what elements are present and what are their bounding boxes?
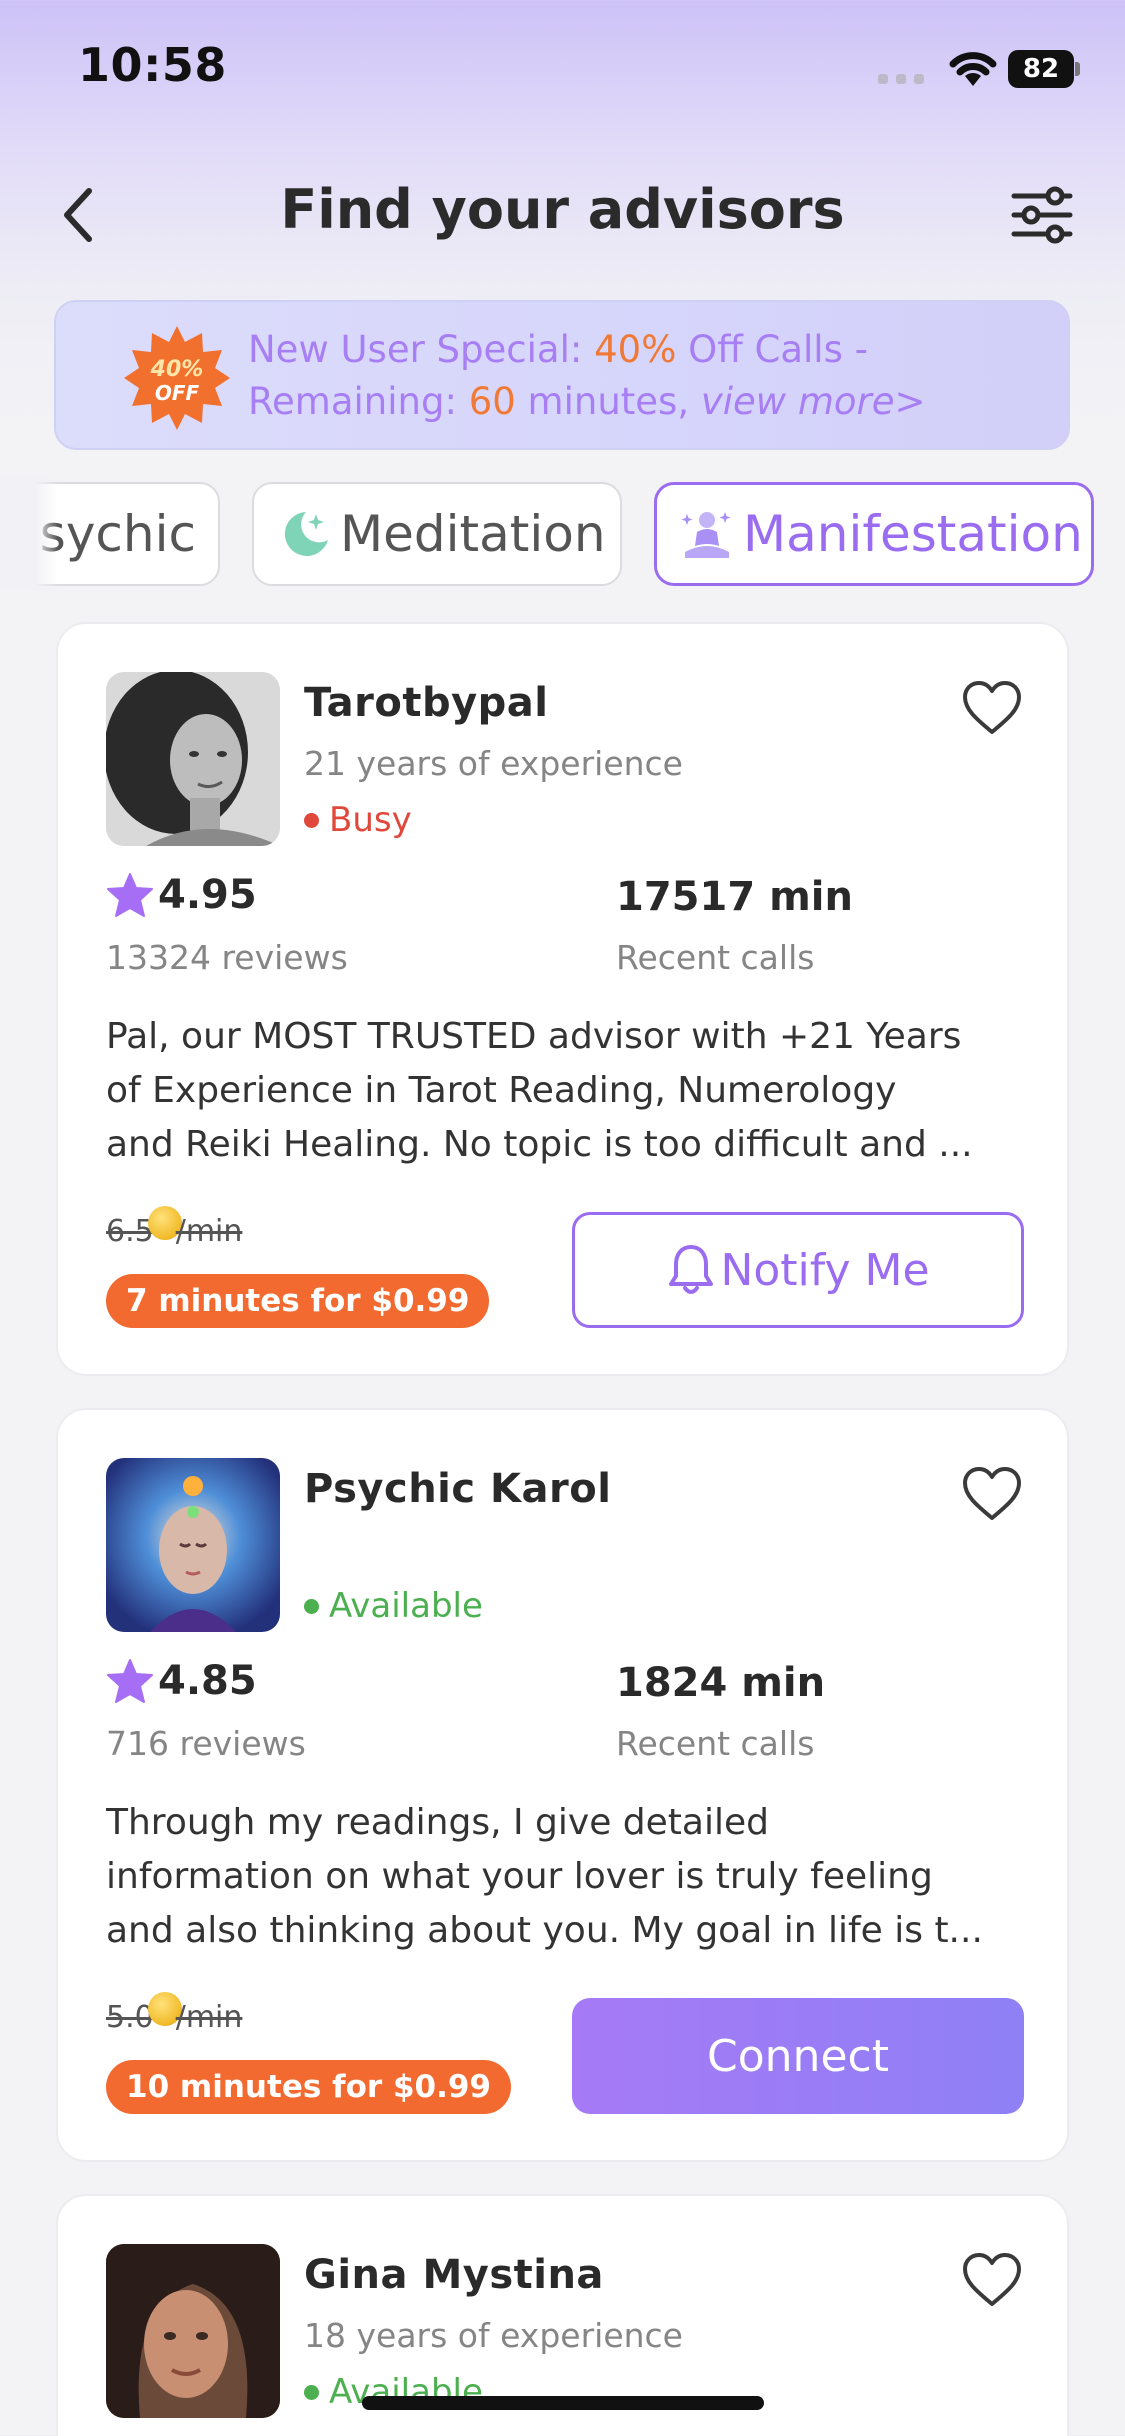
advisor-card[interactable]: Psychic Karol Available 4.85 716 reviews…	[56, 1408, 1069, 2162]
badge-percent: 40%	[150, 357, 204, 382]
wifi-icon	[949, 52, 997, 86]
bell-icon	[669, 1245, 714, 1294]
connect-button[interactable]: Connect	[572, 1998, 1024, 2114]
review-count: 716 reviews	[106, 1724, 306, 1763]
favorite-heart-icon[interactable]	[961, 680, 1023, 736]
rating-value: 4.85	[158, 1658, 257, 1704]
promo-banner[interactable]: 40% OFF New User Special: 40% Off Calls …	[54, 300, 1070, 450]
status-badge: Busy	[304, 800, 412, 840]
rating: 4.85	[106, 1658, 257, 1704]
rating: 4.95	[106, 872, 257, 918]
advisor-bio: Pal, our MOST TRUSTED advisor with +21 Y…	[106, 1016, 973, 1165]
status-badge: Available	[304, 1586, 483, 1626]
filter-button[interactable]	[1004, 180, 1080, 250]
star-icon	[107, 873, 153, 917]
category-chip-meditation[interactable]: Meditation	[252, 482, 622, 586]
category-chip-label: sychic	[39, 505, 196, 563]
status-dot	[304, 812, 319, 828]
category-chips: sychic Meditation Manifestation	[0, 478, 1125, 590]
original-price: 6.5 /min	[106, 1205, 242, 1249]
avatar	[106, 672, 280, 846]
category-chip-manifestation[interactable]: Manifestation	[654, 482, 1094, 586]
avatar	[106, 2244, 280, 2418]
page-title: Find your advisors	[280, 178, 845, 241]
battery-icon: 82	[1008, 50, 1080, 88]
intro-deal-badge: 7 minutes for $0.99	[106, 1274, 490, 1328]
avatar	[106, 1458, 280, 1632]
badge-off: OFF	[155, 381, 200, 405]
battery-level: 82	[1008, 50, 1074, 88]
review-count: 13324 reviews	[106, 938, 348, 977]
status-label: Available	[329, 1586, 483, 1626]
notify-me-button[interactable]: Notify Me	[572, 1212, 1024, 1328]
view-more-link[interactable]: view more>	[701, 380, 926, 423]
meditating-person-icon	[681, 512, 731, 558]
cellular-signal-icon	[878, 72, 928, 84]
original-price: 5.0 /min	[106, 1991, 242, 2035]
advisor-name: Tarotbypal	[304, 680, 549, 726]
category-chip-label: Manifestation	[743, 505, 1083, 563]
advisor-name: Gina Mystina	[304, 2252, 604, 2298]
rating-value: 4.95	[158, 872, 257, 918]
recent-calls-label: Recent calls	[616, 938, 815, 977]
promo-text: New User Special: 40% Off Calls - Remain…	[248, 328, 926, 423]
status-dot	[304, 2384, 319, 2400]
intro-deal-badge: 10 minutes for $0.99	[106, 2060, 512, 2114]
status-label: Busy	[329, 800, 412, 840]
favorite-heart-icon[interactable]	[961, 1466, 1023, 1522]
favorite-heart-icon[interactable]	[961, 2252, 1023, 2308]
status-dot	[304, 1598, 319, 1614]
notify-me-label: Notify Me	[720, 1244, 930, 1296]
recent-minutes: 17517 min	[616, 874, 853, 920]
star-icon	[107, 1659, 153, 1703]
category-chip-label: Meditation	[340, 505, 606, 563]
moon-icon	[284, 512, 328, 556]
recent-calls-label: Recent calls	[616, 1724, 815, 1763]
advisor-experience: 18 years of experience	[304, 2316, 683, 2355]
status-time: 10:58	[78, 38, 227, 92]
home-indicator[interactable]	[362, 2396, 764, 2410]
discount-badge-icon: 40% OFF	[124, 326, 230, 430]
advisor-card[interactable]: Tarotbypal 21 years of experience Busy 4…	[56, 622, 1069, 1376]
advisor-experience: 21 years of experience	[304, 744, 683, 783]
recent-minutes: 1824 min	[616, 1660, 826, 1706]
status-bar: 10:58 82	[0, 0, 1125, 130]
sliders-icon	[1011, 186, 1073, 244]
advisor-bio: Through my readings, I give detailed inf…	[106, 1802, 983, 1951]
advisor-name: Psychic Karol	[304, 1466, 612, 1512]
